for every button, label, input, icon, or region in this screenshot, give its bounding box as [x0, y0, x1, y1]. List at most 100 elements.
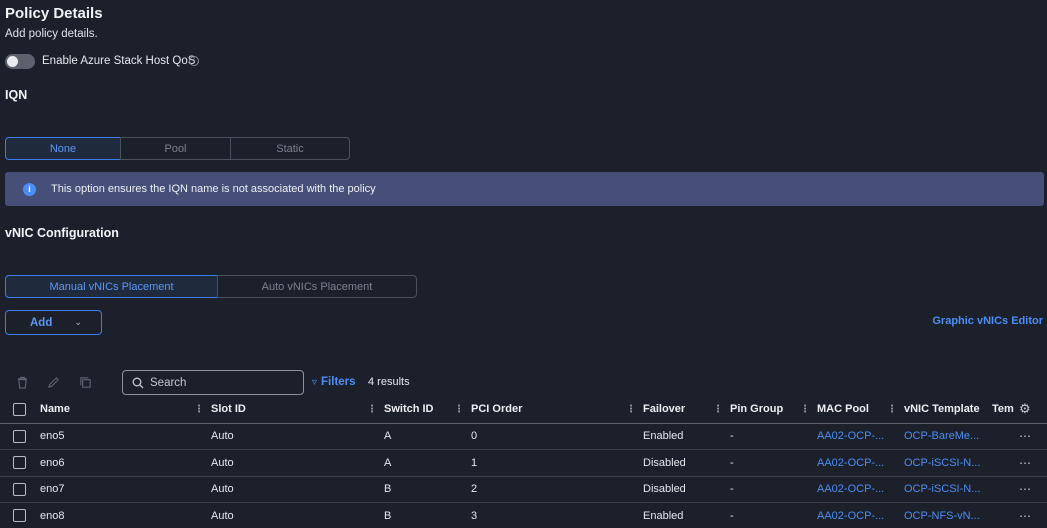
column-menu-icon[interactable]: ⋮	[367, 404, 377, 415]
page-subtitle: Add policy details.	[5, 28, 98, 40]
cell-switch-id: A	[384, 423, 471, 450]
cell-slot-id: Auto	[211, 423, 384, 450]
cell-tem	[992, 502, 1019, 528]
duplicate-icon[interactable]	[77, 374, 93, 390]
settings-cell: ⚙	[1019, 396, 1047, 424]
add-button[interactable]: Add ⌄	[5, 310, 102, 335]
edit-icon[interactable]	[45, 374, 61, 390]
row-checkbox[interactable]	[13, 456, 26, 470]
more-options-icon[interactable]: ⋯	[1019, 482, 1032, 496]
delete-icon[interactable]	[14, 374, 30, 390]
table-row[interactable]: eno6 Auto A 1 Disabled - AA02-OCP-... OCP-iSCSI…	[0, 449, 1047, 477]
cell-actions: ⋯	[1019, 423, 1047, 450]
select-all-checkbox[interactable]	[13, 402, 26, 416]
column-header-vnic-template[interactable]: vNIC Template	[904, 396, 992, 424]
cell-vnic-template[interactable]: OCP-iSCSI-N...	[904, 449, 992, 477]
cell-switch-id: B	[384, 476, 471, 503]
cell-name: eno6	[40, 449, 211, 477]
cell-tem	[992, 476, 1019, 503]
chevron-down-icon: ⌄	[74, 317, 82, 327]
auto-placement-option[interactable]: Auto vNICs Placement	[217, 275, 417, 298]
vnic-section-title: vNIC Configuration	[5, 226, 119, 240]
cell-mac-pool[interactable]: AA02-OCP-...	[817, 476, 904, 503]
cell-mac-pool[interactable]: AA02-OCP-...	[817, 502, 904, 528]
cell-switch-id: B	[384, 502, 471, 528]
cell-vnic-template[interactable]: OCP-iSCSI-N...	[904, 476, 992, 503]
column-menu-icon[interactable]: ⋮	[800, 404, 810, 415]
cell-mac-pool[interactable]: AA02-OCP-...	[817, 423, 904, 450]
iqn-info-banner: i This option ensures the IQN name is no…	[5, 172, 1044, 206]
cell-actions: ⋯	[1019, 476, 1047, 503]
iqn-segmented-control: None Pool Static	[5, 137, 350, 160]
cell-failover: Enabled	[643, 502, 730, 528]
azure-qos-toggle[interactable]	[5, 54, 35, 69]
cell-slot-id: Auto	[211, 476, 384, 503]
row-checkbox[interactable]	[13, 509, 26, 523]
cell-pin-group: -	[730, 476, 817, 503]
graphic-vnics-editor-link[interactable]: Graphic vNICs Editor	[932, 315, 1043, 327]
filters-button[interactable]: ▿ Filters	[312, 376, 356, 388]
more-options-icon[interactable]: ⋯	[1019, 456, 1032, 470]
iqn-option-none[interactable]: None	[5, 137, 121, 160]
cell-vnic-template[interactable]: OCP-NFS-vN...	[904, 502, 992, 528]
table-row[interactable]: eno8 Auto B 3 Enabled - AA02-OCP-... OCP-NFS-vN…	[0, 502, 1047, 528]
table-row[interactable]: eno5 Auto A 0 Enabled - AA02-OCP-... OCP-BareMe…	[0, 423, 1047, 450]
iqn-section-title: IQN	[5, 88, 28, 102]
add-button-label: Add	[30, 316, 53, 329]
column-menu-icon[interactable]: ⋮	[194, 404, 204, 415]
results-count: 4 results	[368, 376, 410, 388]
cell-vnic-template[interactable]: OCP-BareMe...	[904, 423, 992, 450]
cell-pin-group: -	[730, 449, 817, 477]
cell-pci-order: 3	[471, 502, 643, 528]
iqn-info-text: This option ensures the IQN name is not …	[51, 183, 376, 195]
column-header-slot-id[interactable]: Slot ID ⋮	[211, 396, 384, 424]
column-header-name[interactable]: Name ⋮	[40, 396, 211, 424]
table-header-row: Name ⋮ Slot ID ⋮ Switch ID ⋮ PCI Order ⋮ Fai…	[0, 396, 1047, 424]
search-box[interactable]	[122, 370, 304, 395]
cell-tem	[992, 423, 1019, 450]
search-icon	[132, 377, 144, 388]
column-header-mac-pool[interactable]: MAC Pool ⋮	[817, 396, 904, 424]
azure-qos-label: Enable Azure Stack Host QoS	[42, 55, 196, 67]
row-checkbox[interactable]	[13, 482, 26, 496]
column-menu-icon[interactable]: ⋮	[713, 404, 723, 415]
row-checkbox-cell	[0, 476, 40, 503]
cell-mac-pool[interactable]: AA02-OCP-...	[817, 449, 904, 477]
cell-pci-order: 1	[471, 449, 643, 477]
cell-slot-id: Auto	[211, 449, 384, 477]
filters-label: Filters	[321, 376, 356, 388]
manual-placement-option[interactable]: Manual vNICs Placement	[5, 275, 218, 298]
cell-pin-group: -	[730, 423, 817, 450]
info-icon: i	[23, 182, 36, 196]
search-input[interactable]	[150, 376, 290, 389]
more-options-icon[interactable]: ⋯	[1019, 509, 1032, 523]
row-checkbox[interactable]	[13, 429, 26, 443]
iqn-option-pool[interactable]: Pool	[120, 137, 231, 160]
row-checkbox-cell	[0, 449, 40, 477]
column-header-pci-order[interactable]: PCI Order ⋮	[471, 396, 643, 424]
column-header-pin-group[interactable]: Pin Group ⋮	[730, 396, 817, 424]
more-options-icon[interactable]: ⋯	[1019, 429, 1032, 443]
cell-tem	[992, 449, 1019, 477]
table-row[interactable]: eno7 Auto B 2 Disabled - AA02-OCP-... OCP-iSCSI…	[0, 476, 1047, 503]
cell-failover: Disabled	[643, 449, 730, 477]
column-menu-icon[interactable]: ⋮	[626, 404, 636, 415]
cell-slot-id: Auto	[211, 502, 384, 528]
column-header-switch-id[interactable]: Switch ID ⋮	[384, 396, 471, 424]
cell-actions: ⋯	[1019, 502, 1047, 528]
row-checkbox-cell	[0, 502, 40, 528]
vnic-placement-control: Manual vNICs Placement Auto vNICs Placem…	[5, 275, 417, 298]
iqn-option-static[interactable]: Static	[230, 137, 350, 160]
column-menu-icon[interactable]: ⋮	[454, 404, 464, 415]
filter-icon: ▿	[312, 376, 318, 388]
toggle-knob	[7, 56, 18, 67]
cell-failover: Disabled	[643, 476, 730, 503]
gear-icon[interactable]: ⚙	[1019, 401, 1031, 416]
column-header-failover[interactable]: Failover ⋮	[643, 396, 730, 424]
column-menu-icon[interactable]: ⋮	[887, 404, 897, 415]
cell-actions: ⋯	[1019, 449, 1047, 477]
cell-failover: Enabled	[643, 423, 730, 450]
column-header-tem[interactable]: Tem	[992, 396, 1019, 424]
vnic-table: Name ⋮ Slot ID ⋮ Switch ID ⋮ PCI Order ⋮ Fai…	[0, 396, 1047, 528]
info-circle-icon[interactable]: i	[189, 56, 199, 66]
